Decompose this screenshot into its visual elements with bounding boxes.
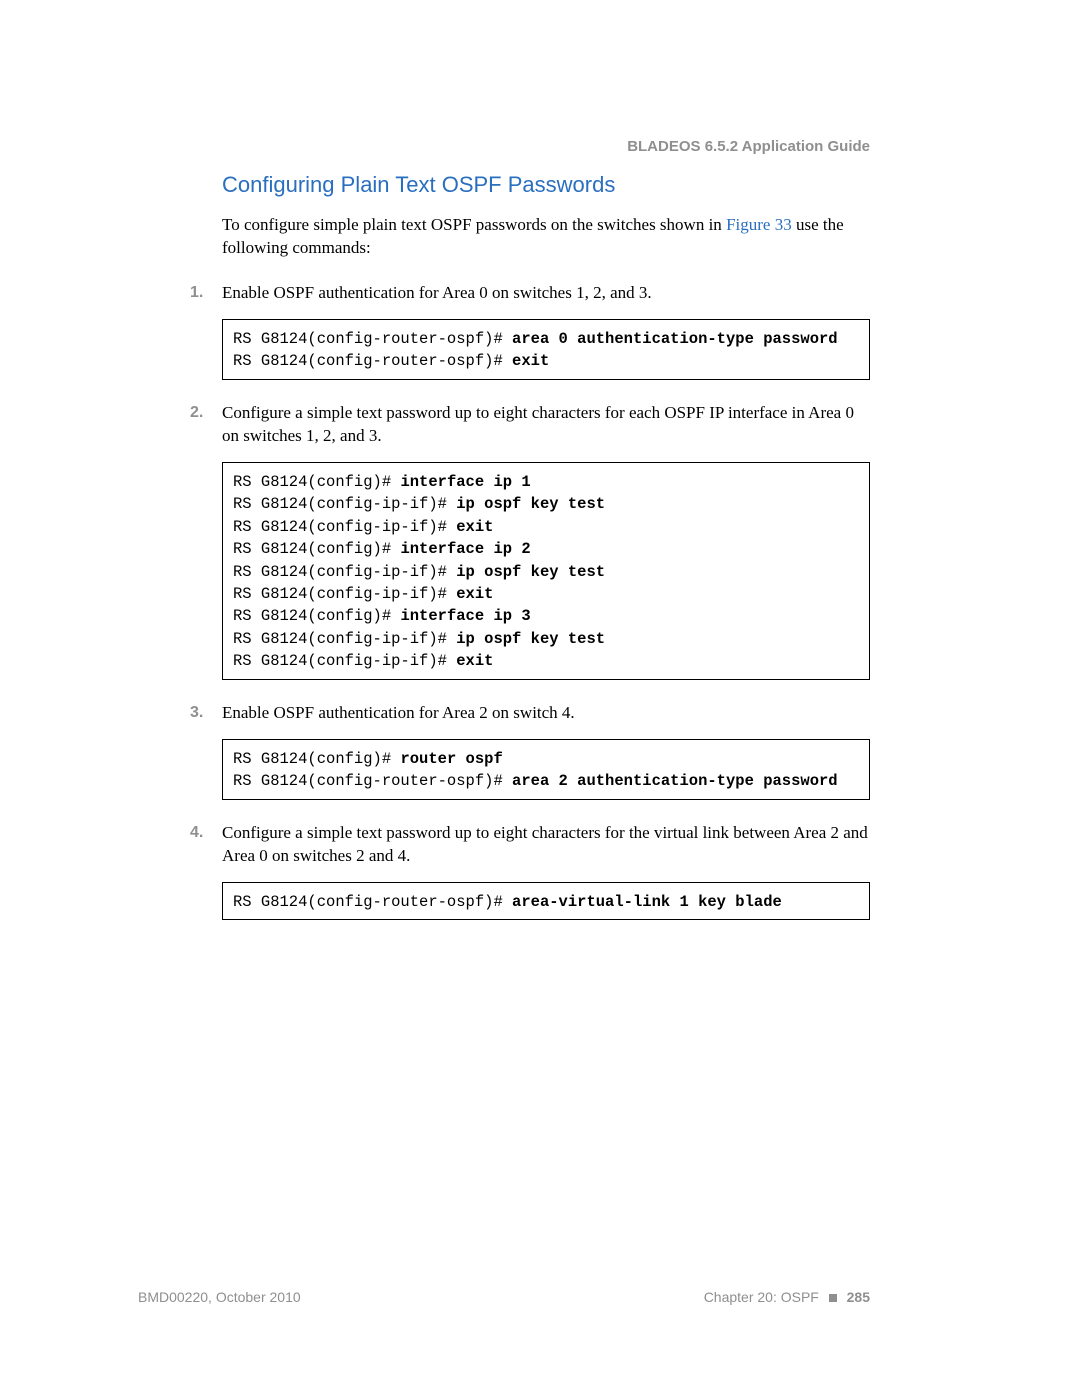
step-item: Enable OSPF authentication for Area 2 on… — [190, 702, 870, 800]
footer-chapter: Chapter 20: OSPF — [704, 1289, 819, 1305]
page-number: 285 — [847, 1289, 870, 1305]
step-item: Enable OSPF authentication for Area 0 on… — [190, 282, 870, 380]
footer-right: Chapter 20: OSPF 285 — [704, 1289, 870, 1305]
code-block: RS G8124(config)# router ospf RS G8124(c… — [222, 739, 870, 800]
intro-text-pre: To configure simple plain text OSPF pass… — [222, 215, 726, 234]
running-head: BLADEOS 6.5.2 Application Guide — [627, 138, 870, 155]
step-text: Enable OSPF authentication for Area 0 on… — [222, 283, 652, 302]
section-title: Configuring Plain Text OSPF Passwords — [222, 172, 870, 198]
step-text: Enable OSPF authentication for Area 2 on… — [222, 703, 575, 722]
figure-link[interactable]: Figure 33 — [726, 215, 792, 234]
step-text: Configure a simple text password up to e… — [222, 823, 868, 865]
step-item: Configure a simple text password up to e… — [190, 402, 870, 680]
steps-list: Enable OSPF authentication for Area 0 on… — [190, 282, 870, 920]
step-item: Configure a simple text password up to e… — [190, 822, 870, 920]
step-text: Configure a simple text password up to e… — [222, 403, 854, 445]
footer-left: BMD00220, October 2010 — [138, 1289, 301, 1305]
code-block: RS G8124(config-router-ospf)# area-virtu… — [222, 882, 870, 920]
square-icon — [829, 1294, 837, 1302]
page-footer: BMD00220, October 2010 Chapter 20: OSPF … — [138, 1289, 870, 1305]
page: BLADEOS 6.5.2 Application Guide Configur… — [0, 0, 1080, 1397]
code-block: RS G8124(config-router-ospf)# area 0 aut… — [222, 319, 870, 380]
code-block: RS G8124(config)# interface ip 1 RS G812… — [222, 462, 870, 680]
section-intro: To configure simple plain text OSPF pass… — [222, 214, 870, 260]
